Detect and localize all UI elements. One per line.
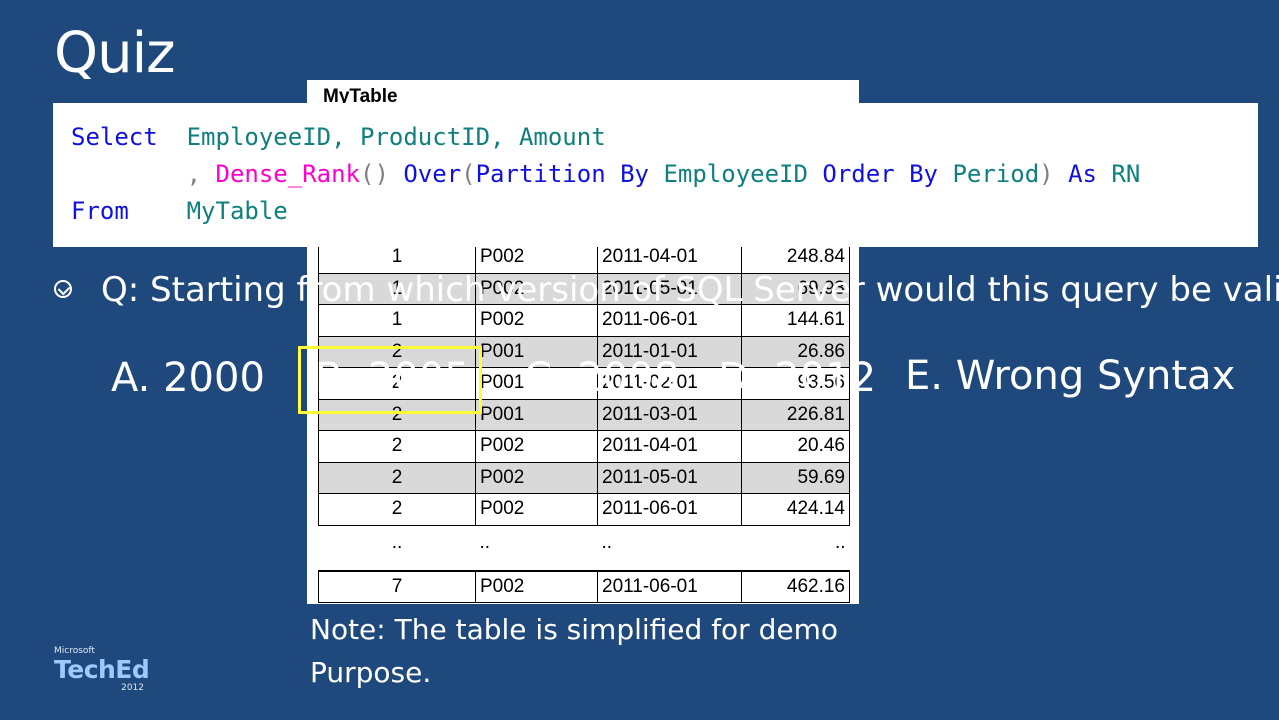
amount-cell: 59.69: [741, 461, 850, 494]
select-keyword: Select: [71, 123, 158, 151]
question-text: Q: Starting from which version of SQL Se…: [101, 270, 1279, 310]
amount-cell: 226.81: [741, 398, 850, 431]
product-id-cell: P002: [475, 493, 598, 526]
period-cell: ..: [597, 524, 742, 572]
employee-id-cell: ..: [318, 524, 476, 572]
amount-cell: 20.46: [741, 430, 850, 463]
alias: RN: [1111, 160, 1141, 188]
period-cell: 2011-05-01: [597, 461, 742, 494]
left-paren: (: [461, 160, 476, 188]
employee-id-cell: 2: [318, 461, 476, 494]
comma: ,: [186, 160, 202, 188]
employee-id-cell: 2: [318, 430, 476, 463]
partition-column: EmployeeID: [663, 160, 808, 188]
table-row: 7 P002 2011-06-01 462.16: [318, 570, 850, 603]
period-cell: 2011-06-01: [597, 570, 742, 603]
parens: (): [360, 160, 389, 188]
dense-rank-function: Dense_Rank: [215, 160, 361, 188]
product-id-cell: ..: [475, 524, 598, 572]
code-line-2: , Dense_Rank() Over(Partition By Employe…: [71, 160, 1141, 188]
employee-id-cell: 2: [318, 493, 476, 526]
as-keyword: As: [1068, 160, 1097, 188]
period-cell: 2011-04-01: [597, 430, 742, 463]
select-columns: EmployeeID, ProductID, Amount: [186, 123, 606, 151]
product-id-cell: P001: [475, 398, 598, 431]
answer-d: D. 2012: [718, 355, 877, 401]
bullet-arrow-icon: [54, 280, 72, 298]
code-line-1: Select EmployeeID, ProductID, Amount: [71, 123, 606, 151]
table-row: ........: [318, 524, 850, 572]
amount-cell: 424.14: [741, 493, 850, 526]
product-id-cell: P002: [475, 570, 598, 603]
brand-year: 2012: [121, 683, 144, 693]
right-paren: ): [1039, 160, 1054, 188]
amount-cell: ..: [741, 524, 850, 572]
answer-highlight-box: [298, 346, 482, 414]
code-line-3: From MyTable: [71, 197, 288, 225]
teched-logo: Microsoft TechEd 2012: [54, 646, 150, 693]
order-by-keyword: Order By: [822, 160, 938, 188]
answer-a: A. 2000: [111, 355, 265, 401]
product-id-cell: P002: [475, 430, 598, 463]
employee-id-cell: 7: [318, 570, 476, 603]
slide-title: Quiz: [54, 21, 176, 86]
order-column: Period: [952, 160, 1040, 188]
over-keyword: Over: [403, 160, 462, 188]
answer-e: E. Wrong Syntax: [905, 353, 1236, 399]
note-text: Note: The table is simplified for demo P…: [310, 613, 838, 689]
brand-product: TechEd: [54, 655, 150, 684]
period-cell: 2011-03-01: [597, 398, 742, 431]
partition-by-keyword: Partition By: [475, 160, 649, 188]
amount-cell: 462.16: [741, 570, 850, 603]
period-cell: 2011-06-01: [597, 493, 742, 526]
from-table: MyTable: [186, 197, 288, 225]
product-id-cell: P002: [475, 461, 598, 494]
answer-c: C. 2008: [524, 355, 680, 401]
sql-code-box: Select EmployeeID, ProductID, Amount , D…: [53, 103, 1258, 247]
table-row: 2 P002 2011-06-01 424.14: [318, 493, 850, 526]
table-row: 2 P002 2011-05-01 59.69: [318, 461, 850, 494]
from-keyword: From: [71, 197, 129, 225]
table-row: 2 P002 2011-04-01 20.46: [318, 430, 850, 463]
